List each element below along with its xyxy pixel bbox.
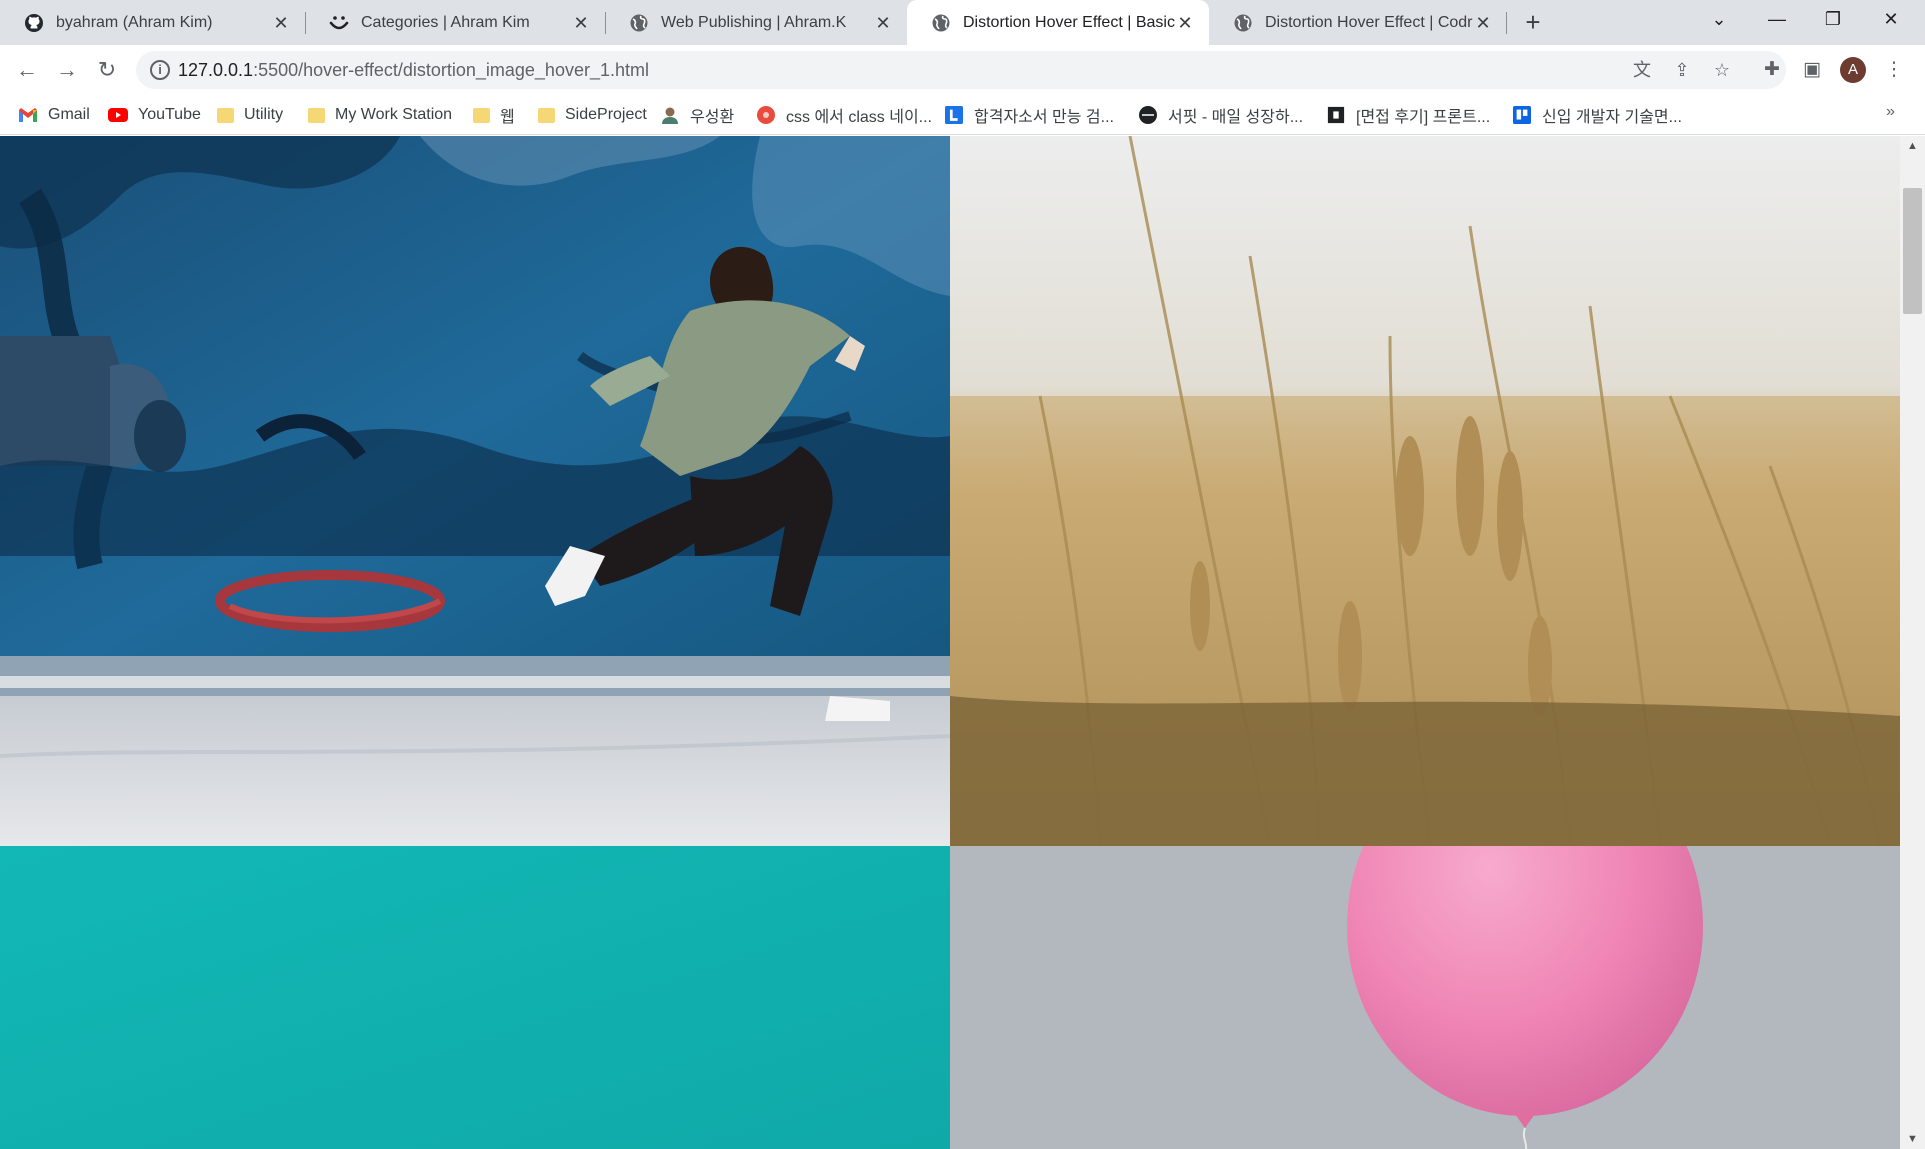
tab-distortion-codrops[interactable]: Distortion Hover Effect | Codrops ✕ [1209, 0, 1507, 45]
tab-separator [1506, 12, 1507, 34]
scroll-up-arrow-icon[interactable]: ▲ [1900, 136, 1925, 156]
scroll-down-arrow-icon[interactable]: ▼ [1900, 1129, 1925, 1149]
close-icon[interactable]: ✕ [571, 13, 591, 33]
tab-strip: byahram (Ahram Kim) ✕ Categories | Ahram… [0, 0, 1925, 45]
extensions-icon[interactable]: ✚ [1758, 56, 1786, 84]
scrollbar-thumb[interactable] [1903, 188, 1922, 314]
tab-web-publishing[interactable]: Web Publishing | Ahram.K ✕ [605, 0, 907, 45]
smiley-icon [329, 13, 349, 33]
tab-distortion-basic[interactable]: Distortion Hover Effect | Basic ✕ [907, 0, 1209, 45]
wheat-illustration [950, 136, 1900, 846]
url-path: :5500/hover-effect/distortion_image_hove… [253, 60, 649, 80]
tab-search-button[interactable]: ⌄ [1694, 0, 1744, 40]
new-tab-button[interactable]: + [1518, 8, 1548, 38]
youtube-icon [108, 106, 128, 124]
bookmark-label: SideProject [565, 106, 647, 123]
bookmark-label: YouTube [138, 106, 201, 123]
bookmark-youtube[interactable]: YouTube [108, 103, 201, 127]
bookmark-gmail[interactable]: Gmail [18, 103, 90, 127]
teal-background-image[interactable] [0, 846, 950, 1149]
bookmark-junior-dev-interview[interactable]: 신입 개발자 기술면... [1512, 103, 1682, 127]
reload-button[interactable]: ↻ [92, 55, 122, 85]
tab-github[interactable]: byahram (Ahram Kim) ✕ [0, 0, 305, 45]
wheat-field-image[interactable] [950, 136, 1900, 846]
bookmark-label: Gmail [48, 106, 90, 123]
pink-balloon-image[interactable] [950, 846, 1900, 1149]
close-icon[interactable]: ✕ [1473, 13, 1493, 33]
info-icon[interactable]: i [150, 60, 170, 80]
translate-icon[interactable]: 文 [1630, 58, 1654, 82]
trello-icon [1512, 106, 1532, 124]
tab-categories[interactable]: Categories | Ahram Kim ✕ [305, 0, 605, 45]
bookmark-label: 서핏 - 매일 성장하... [1168, 109, 1304, 126]
close-icon[interactable]: ✕ [1175, 13, 1195, 33]
close-window-button[interactable]: ✕ [1866, 0, 1916, 40]
url-text[interactable]: 127.0.0.1:5500/hover-effect/distortion_i… [178, 60, 649, 81]
folder-icon [538, 107, 555, 123]
globe-icon [629, 13, 649, 33]
person-icon [660, 106, 680, 124]
bookmark-interview-review[interactable]: [면접 후기] 프론트... [1326, 103, 1490, 127]
tab-title: Distortion Hover Effect | Codrops [1265, 13, 1473, 31]
red-circle-icon [756, 106, 776, 124]
globe-icon [931, 13, 951, 33]
address-bar[interactable]: i 127.0.0.1:5500/hover-effect/distortion… [136, 51, 1786, 89]
bookmark-label: Utility [244, 106, 284, 123]
tab-title: Web Publishing | Ahram.K [661, 13, 847, 31]
dark-circle-icon [1138, 106, 1158, 124]
teal-fill [0, 846, 950, 1149]
bookmark-label: 우성환 [690, 109, 735, 126]
bookmarks-overflow-button[interactable]: » [1886, 103, 1895, 121]
bookmark-label: [면접 후기] 프론트... [1356, 109, 1491, 126]
bookmark-web[interactable]: 웹 [473, 103, 515, 127]
tab-title: byahram (Ahram Kim) [56, 13, 213, 31]
tab-title: Distortion Hover Effect | Basic [963, 13, 1175, 31]
tab-title: Categories | Ahram Kim [361, 13, 530, 31]
close-icon[interactable]: ✕ [271, 13, 291, 33]
page-content [0, 136, 1900, 1149]
bookmark-dark-icon [1326, 106, 1346, 124]
bookmark-label: css 에서 class 네이... [786, 109, 933, 126]
globe-icon [1233, 13, 1253, 33]
folder-icon [473, 107, 490, 123]
bookmark-resume-checker[interactable]: 합격자소서 만능 검... [944, 103, 1114, 127]
bookmark-woosunghwan[interactable]: 우성환 [660, 103, 734, 127]
side-panel-icon[interactable]: ▣ [1798, 56, 1826, 84]
vertical-scrollbar[interactable]: ▲ ▼ [1900, 136, 1925, 1149]
share-icon[interactable]: ⇪ [1670, 58, 1694, 82]
bookmark-sideproject[interactable]: SideProject [538, 103, 647, 127]
bookmark-label: 합격자소서 만능 검... [974, 109, 1114, 126]
forward-button[interactable]: → [52, 55, 82, 85]
bookmark-utility[interactable]: Utility [217, 103, 283, 127]
bookmark-label: 웹 [500, 109, 515, 126]
jumping-person-mural-image[interactable] [0, 136, 950, 846]
bookmarks-bar: Gmail YouTube Utility My Work Station 웹 … [0, 95, 1925, 135]
menu-icon[interactable]: ⋮ [1880, 56, 1908, 84]
minimize-button[interactable]: — [1752, 0, 1802, 40]
github-icon [24, 13, 44, 33]
folder-icon [217, 107, 234, 123]
bookmark-label: My Work Station [335, 106, 453, 123]
browser-toolbar: ← → ↻ i 127.0.0.1:5500/hover-effect/dist… [0, 45, 1925, 95]
url-host: 127.0.0.1 [178, 60, 254, 80]
bookmark-css-class-naming[interactable]: css 에서 class 네이... [756, 103, 932, 127]
mural-illustration [0, 136, 950, 846]
balloon-illustration [950, 846, 1900, 1149]
bookmark-my-work-station[interactable]: My Work Station [308, 103, 452, 127]
gmail-icon [18, 106, 38, 124]
folder-icon [308, 107, 325, 123]
bookmark-surfit[interactable]: 서핏 - 매일 성장하... [1138, 103, 1303, 127]
bookmark-label: 신입 개발자 기술면... [1542, 109, 1682, 126]
l-logo-icon [944, 106, 964, 124]
avatar[interactable]: A [1840, 57, 1866, 83]
bookmark-star-icon[interactable]: ☆ [1710, 58, 1734, 82]
restore-button[interactable]: ❐ [1808, 0, 1858, 40]
close-icon[interactable]: ✕ [873, 13, 893, 33]
back-button[interactable]: ← [12, 55, 42, 85]
